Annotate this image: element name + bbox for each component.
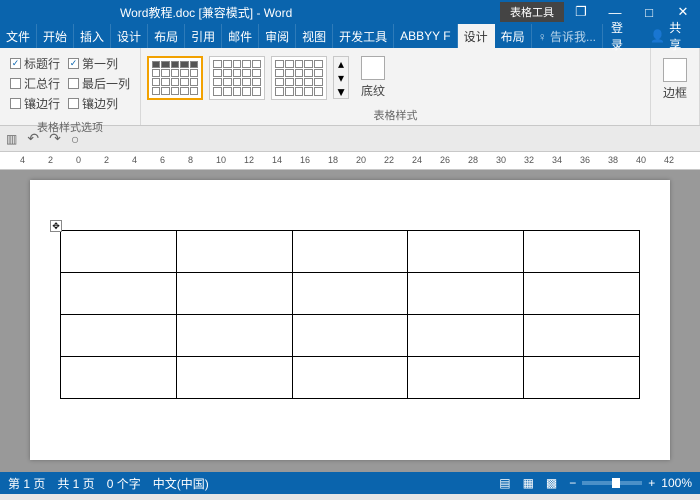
login-button[interactable]: 登录 [603,24,642,48]
table-cell[interactable] [408,357,524,399]
borders-button[interactable]: 边框 [657,56,693,103]
chk-first-col[interactable]: ✓第一列 [68,54,118,73]
chk-total-row[interactable]: 汇总行 [10,74,60,93]
group-table-styles: ▴ ▾ ▼ 底纹 表格样式 [141,48,651,125]
table-move-handle-icon[interactable]: ✥ [50,220,62,232]
tab-start[interactable]: 开始 [37,24,74,48]
document-area[interactable]: ✥ [0,170,700,472]
status-pages[interactable]: 共 1 页 [57,475,94,492]
table-cell[interactable] [292,273,408,315]
tab-references[interactable]: 引用 [185,24,222,48]
tab-mail[interactable]: 邮件 [222,24,259,48]
table-cell[interactable] [61,273,177,315]
view-read-icon[interactable]: ▤ [499,476,510,490]
document-title: Word教程.doc [兼容模式] - Word [100,4,500,21]
table-cell[interactable] [524,231,640,273]
table-cell[interactable] [408,231,524,273]
document-table[interactable] [60,230,640,399]
page[interactable]: ✥ [30,180,670,460]
tab-insert[interactable]: 插入 [74,24,111,48]
tab-table-layout[interactable]: 布局 [495,24,532,48]
qat-more-button[interactable]: ○ [71,131,79,147]
table-cell[interactable] [408,273,524,315]
chk-last-col[interactable]: 最后一列 [68,74,130,93]
table-style-3[interactable] [271,56,327,100]
undo-button[interactable]: ↶ [27,130,39,147]
tab-developer[interactable]: 开发工具 [333,24,394,48]
zoom-in-icon[interactable]: + [648,476,655,490]
chk-header-row[interactable]: ✓标题行 [10,54,60,73]
status-language[interactable]: 中文(中国) [153,475,209,492]
zoom-level[interactable]: 100% [661,476,692,490]
table-cell[interactable] [61,357,177,399]
table-cell[interactable] [408,315,524,357]
table-style-2[interactable] [209,56,265,100]
window-restore-icon[interactable]: ❐ [564,0,598,24]
tab-table-design[interactable]: 设计 [458,24,495,48]
table-cell[interactable] [176,357,292,399]
table-cell[interactable] [524,315,640,357]
view-web-icon[interactable]: ▩ [546,476,557,490]
group-label: 表格样式 [141,107,650,125]
table-cell[interactable] [292,231,408,273]
styles-more-icon[interactable]: ▼ [334,85,348,98]
table-cell[interactable] [292,315,408,357]
group-borders: 边框 [651,48,700,125]
share-button[interactable]: 👤共享 [642,24,700,48]
tab-review[interactable]: 审阅 [259,24,296,48]
table-cell[interactable] [176,273,292,315]
zoom-slider[interactable] [582,481,642,485]
title-bar: Word教程.doc [兼容模式] - Word 表格工具 ❐ — □ ✕ [0,0,700,24]
zoom-out-icon[interactable]: − [569,476,576,490]
horizontal-ruler[interactable]: 4202468101214161820222426283032343638404… [0,152,700,170]
tab-design[interactable]: 设计 [111,24,148,48]
share-icon: 👤 [650,29,665,43]
tab-view[interactable]: 视图 [296,24,333,48]
status-bar: 第 1 页 共 1 页 0 个字 中文(中国) ▤ ▦ ▩ − + 100% [0,472,700,494]
status-page[interactable]: 第 1 页 [8,475,45,492]
chk-banded-row[interactable]: 镶边行 [10,94,60,113]
ribbon: ✓标题行 ✓第一列 汇总行 最后一列 镶边行 镶边列 表格样式选项 ▴ ▾ ▼ [0,48,700,126]
status-words[interactable]: 0 个字 [107,475,141,492]
table-cell[interactable] [524,273,640,315]
styles-scroll-up-icon[interactable]: ▴ [334,57,348,70]
shading-button[interactable]: 底纹 [355,54,391,101]
table-cell[interactable] [61,231,177,273]
redo-button[interactable]: ↷ [49,130,61,147]
tab-layout[interactable]: 布局 [148,24,185,48]
qat-handle-icon[interactable]: ▥ [6,132,17,146]
chk-banded-col[interactable]: 镶边列 [68,94,118,113]
tab-abbyy[interactable]: ABBYY F [394,24,457,48]
shading-icon [361,56,385,80]
table-cell[interactable] [292,357,408,399]
tell-me[interactable]: ♀ 告诉我... [532,24,603,48]
tab-file[interactable]: 文件 [0,24,37,48]
table-style-1[interactable] [147,56,203,100]
ribbon-tabs: 文件 开始 插入 设计 布局 引用 邮件 审阅 视图 开发工具 ABBYY F … [0,24,700,48]
table-cell[interactable] [524,357,640,399]
context-tab-label: 表格工具 [500,2,564,22]
group-style-options: ✓标题行 ✓第一列 汇总行 最后一列 镶边行 镶边列 表格样式选项 [0,48,141,125]
table-cell[interactable] [176,315,292,357]
window-maximize-icon[interactable]: □ [632,0,666,24]
table-cell[interactable] [176,231,292,273]
borders-icon [663,58,687,82]
table-cell[interactable] [61,315,177,357]
styles-scroll-down-icon[interactable]: ▾ [334,71,348,84]
zoom-control[interactable]: − + 100% [569,476,692,490]
view-print-icon[interactable]: ▦ [523,476,534,490]
